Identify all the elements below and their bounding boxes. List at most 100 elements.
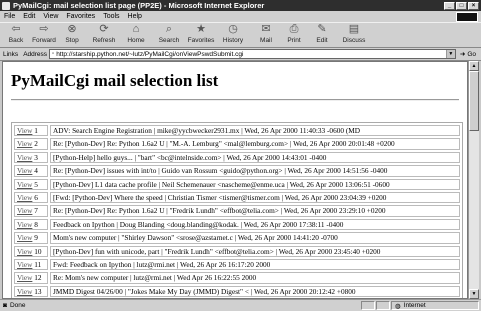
stop-icon: ⊗ xyxy=(67,23,77,35)
search-button[interactable]: ⌕ Search xyxy=(155,23,183,47)
view-link[interactable]: View xyxy=(17,126,32,135)
minimize-button[interactable]: _ xyxy=(444,1,455,10)
view-link[interactable]: View xyxy=(17,166,32,175)
menu-favorites[interactable]: Favorites xyxy=(62,13,99,20)
history-button[interactable]: ◷ History xyxy=(219,23,247,47)
view-link[interactable]: View xyxy=(17,233,32,242)
address-bar: Links Address ▫ ▼ ➜Go xyxy=(0,48,481,61)
message-summary: ADV: Search Engine Registration | mike@y… xyxy=(50,125,460,137)
message-number: 3 xyxy=(34,152,38,162)
table-row: View 3 [Python-Help] hello guys... | "bar… xyxy=(14,151,460,164)
status-text-area: ◙ Done xyxy=(0,302,361,309)
print-button[interactable]: ⎙ Print xyxy=(280,23,308,47)
view-link[interactable]: View xyxy=(17,260,32,269)
print-icon: ⎙ xyxy=(289,23,299,35)
address-field: ▫ ▼ xyxy=(49,49,456,59)
menu-file[interactable]: File xyxy=(0,13,19,20)
discuss-icon: ▤ xyxy=(348,23,360,35)
divider xyxy=(11,99,459,101)
message-number: 9 xyxy=(34,233,38,243)
view-link[interactable]: View xyxy=(17,180,32,189)
scroll-up-icon[interactable]: ▲ xyxy=(469,61,479,71)
forward-arrow-icon: ⇨ xyxy=(39,23,49,35)
message-summary: JMMD Digest 04/26/00 | "Jokes Make My Da… xyxy=(50,285,460,298)
edit-button[interactable]: ✎ Edit xyxy=(308,23,336,47)
view-cell: View 10 xyxy=(14,245,48,258)
message-number: 4 xyxy=(34,166,38,176)
scroll-thumb[interactable] xyxy=(469,71,479,131)
security-zone: ◍ Internet xyxy=(391,301,479,310)
message-summary: [Python-Help] hello guys... | "bart" <bc… xyxy=(50,151,460,164)
maximize-button[interactable]: □ xyxy=(456,1,467,10)
history-icon: ◷ xyxy=(228,23,238,35)
message-summary: Re: [Python-Dev] Re: Python 1.6a2 U | "M… xyxy=(50,138,460,150)
view-link[interactable]: View xyxy=(17,274,32,283)
message-number: 7 xyxy=(34,206,38,216)
table-row: View 11 Fwd: Feedback on Ipython | lutz@r… xyxy=(14,259,460,271)
go-button[interactable]: ➜ Go xyxy=(458,50,481,59)
favorites-button[interactable]: ★ Favorites xyxy=(183,23,219,47)
view-cell: View 11 xyxy=(14,259,48,271)
done-icon: ◙ xyxy=(3,302,7,309)
page-content: PyMailCgi mail selection list View 1 ADV:… xyxy=(2,61,468,299)
home-icon: ⌂ xyxy=(132,23,140,35)
message-number: 11 xyxy=(34,260,42,270)
view-cell: View 5 xyxy=(14,178,48,191)
message-summary: [Fwd: [Python-Dev] Where the speed | Chr… xyxy=(50,192,460,204)
message-summary: Fwd: Feedback on Ipython | lutz@rmi.net … xyxy=(50,259,460,271)
toolbar: ⇦ Back ⇨ Forward ⊗ Stop ⟳ Refresh ⌂ Home ⌕ Sea… xyxy=(0,22,481,48)
message-summary: [Python-Dev] L1 data cache profile | Nei… xyxy=(50,178,460,191)
view-cell: View 9 xyxy=(14,232,48,244)
menu-help[interactable]: Help xyxy=(124,13,146,20)
status-text: Done xyxy=(9,302,26,309)
view-cell: View 4 xyxy=(14,165,48,177)
view-link[interactable]: View xyxy=(17,206,32,215)
table-row: View 8 Feedback on Ipython | Doug Blandin… xyxy=(14,218,460,231)
stop-button[interactable]: ⊗ Stop xyxy=(58,23,86,47)
window-title: PyMailCgi: mail selection list page (PP2… xyxy=(13,1,265,10)
address-input[interactable] xyxy=(56,50,446,58)
table-row: View 9 Mom's new computer | "Shirley Daws… xyxy=(14,232,460,244)
menu-bar: File Edit View Favorites Tools Help xyxy=(0,11,481,22)
view-link[interactable]: View xyxy=(17,139,32,148)
message-summary: [Python-Dev] fun with unicode, part | "F… xyxy=(50,245,460,258)
links-label[interactable]: Links xyxy=(0,51,20,58)
refresh-icon: ⟳ xyxy=(99,23,109,35)
menu-tools[interactable]: Tools xyxy=(99,13,123,20)
back-button[interactable]: ⇦ Back xyxy=(2,23,30,47)
message-number: 12 xyxy=(34,273,42,283)
address-dropdown-icon[interactable]: ▼ xyxy=(445,50,455,58)
table-row: View 13 JMMD Digest 04/26/00 | "Jokes Mak… xyxy=(14,285,460,298)
view-link[interactable]: View xyxy=(17,220,32,229)
mail-icon: ✉ xyxy=(261,23,271,35)
message-number: 2 xyxy=(34,139,38,149)
ie-icon xyxy=(2,1,10,10)
view-link[interactable]: View xyxy=(17,287,32,296)
edit-icon: ✎ xyxy=(317,23,327,35)
view-cell: View 13 xyxy=(14,285,48,298)
go-arrow-icon: ➜ xyxy=(459,51,466,58)
view-link[interactable]: View xyxy=(17,193,32,202)
status-pane xyxy=(361,301,375,310)
table-row: View 5 [Python-Dev] L1 data cache profile… xyxy=(14,178,460,191)
favorites-icon: ★ xyxy=(196,23,206,35)
table-row: View 12 Re: Mom's new computer | lutz@rmi… xyxy=(14,272,460,284)
table-row: View 10 [Python-Dev] fun with unicode, pa… xyxy=(14,245,460,258)
home-button[interactable]: ⌂ Home xyxy=(122,23,150,47)
menu-view[interactable]: View xyxy=(39,13,62,20)
menu-edit[interactable]: Edit xyxy=(19,13,39,20)
view-link[interactable]: View xyxy=(17,247,32,256)
message-summary: Re: [Python-Dev] Re: Python 1.6a2 U | "F… xyxy=(50,205,460,217)
scroll-down-icon[interactable]: ▼ xyxy=(469,289,479,299)
forward-button[interactable]: ⇨ Forward xyxy=(30,23,58,47)
view-cell: View 3 xyxy=(14,151,48,164)
vertical-scrollbar[interactable]: ▲ ▼ xyxy=(468,61,479,299)
close-button[interactable]: × xyxy=(468,1,479,10)
discuss-button[interactable]: ▤ Discuss xyxy=(336,23,372,47)
mail-button[interactable]: ✉ Mail xyxy=(252,23,280,47)
message-summary: Feedback on Ipython | Doug Blanding <dou… xyxy=(50,218,460,231)
view-cell: View 12 xyxy=(14,272,48,284)
refresh-button[interactable]: ⟳ Refresh xyxy=(86,23,122,47)
view-link[interactable]: View xyxy=(17,153,32,162)
title-bar: PyMailCgi: mail selection list page (PP2… xyxy=(0,0,481,11)
